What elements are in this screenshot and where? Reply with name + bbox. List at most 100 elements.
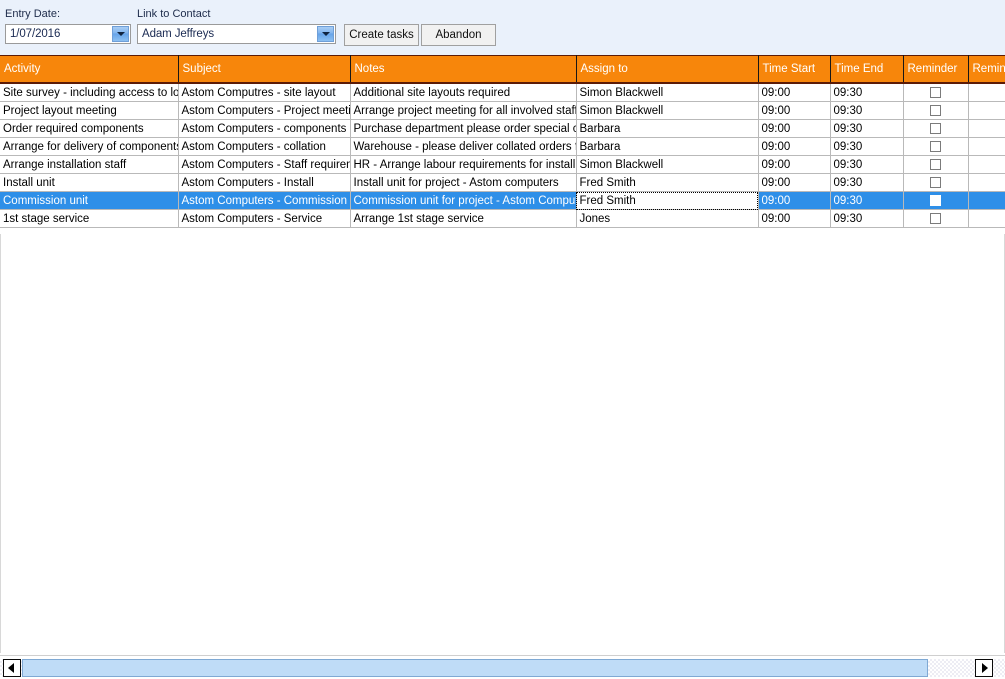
cell-notes[interactable]: Warehouse - please deliver collated orde…: [350, 138, 576, 156]
cell-notes[interactable]: Arrange 1st stage service: [350, 210, 576, 228]
cell-time-end[interactable]: 09:30: [830, 83, 903, 102]
reminder-checkbox[interactable]: [930, 159, 941, 170]
cell-time-start[interactable]: 09:00: [758, 138, 830, 156]
column-header-reminder-2[interactable]: Remin: [968, 56, 1005, 84]
table-row[interactable]: Project layout meetingAstom Computers - …: [0, 102, 1005, 120]
tasks-grid[interactable]: Activity Subject Notes Assign to Time St…: [0, 55, 1005, 228]
column-header-time-end[interactable]: Time End: [830, 56, 903, 84]
cell-assign-to[interactable]: Simon Blackwell: [576, 102, 758, 120]
link-to-contact-combobox[interactable]: Adam Jeffreys: [137, 24, 336, 44]
reminder-checkbox[interactable]: [930, 87, 941, 98]
cell-assign-to[interactable]: Jones: [576, 210, 758, 228]
cell-subject[interactable]: Astom Computers - Service: [178, 210, 350, 228]
abandon-button[interactable]: Abandon: [421, 24, 496, 46]
table-row[interactable]: Install unitAstom Computers - InstallIns…: [0, 174, 1005, 192]
entry-date-combobox[interactable]: 1/07/2016: [5, 24, 131, 44]
cell-reminder-2[interactable]: [968, 83, 1005, 102]
cell-reminder[interactable]: [903, 156, 968, 174]
cell-assign-to[interactable]: Barbara: [576, 138, 758, 156]
reminder-checkbox[interactable]: [930, 195, 941, 206]
chevron-down-icon[interactable]: [112, 26, 129, 42]
cell-reminder-2[interactable]: [968, 156, 1005, 174]
cell-reminder[interactable]: [903, 192, 968, 210]
table-row[interactable]: Order required componentsAstom Computers…: [0, 120, 1005, 138]
cell-reminder-2[interactable]: [968, 120, 1005, 138]
column-header-notes[interactable]: Notes: [350, 56, 576, 84]
cell-assign-to[interactable]: Barbara: [576, 120, 758, 138]
cell-activity[interactable]: Install unit: [0, 174, 178, 192]
scroll-right-arrow-icon[interactable]: [975, 659, 993, 677]
cell-time-end[interactable]: 09:30: [830, 192, 903, 210]
table-row[interactable]: Commission unitAstom Computers - Commiss…: [0, 192, 1005, 210]
horizontal-scrollbar[interactable]: [0, 655, 1005, 679]
cell-subject[interactable]: Astom Computers - Commission: [178, 192, 350, 210]
cell-time-start[interactable]: 09:00: [758, 156, 830, 174]
cell-time-end[interactable]: 09:30: [830, 210, 903, 228]
reminder-checkbox[interactable]: [930, 213, 941, 224]
cell-notes[interactable]: Install unit for project - Astom compute…: [350, 174, 576, 192]
cell-assign-to[interactable]: Fred Smith: [576, 174, 758, 192]
cell-activity[interactable]: Order required components: [0, 120, 178, 138]
cell-subject[interactable]: Astom Computres - site layout: [178, 83, 350, 102]
cell-time-start[interactable]: 09:00: [758, 120, 830, 138]
cell-reminder[interactable]: [903, 83, 968, 102]
cell-reminder-2[interactable]: [968, 174, 1005, 192]
cell-time-start[interactable]: 09:00: [758, 192, 830, 210]
cell-notes[interactable]: HR - Arrange labour requirements for ins…: [350, 156, 576, 174]
cell-activity[interactable]: Site survey - including access to loca: [0, 83, 178, 102]
cell-time-end[interactable]: 09:30: [830, 174, 903, 192]
table-row[interactable]: Site survey - including access to locaAs…: [0, 83, 1005, 102]
cell-notes[interactable]: Additional site layouts required: [350, 83, 576, 102]
chevron-down-icon[interactable]: [317, 26, 334, 42]
cell-time-start[interactable]: 09:00: [758, 174, 830, 192]
reminder-checkbox[interactable]: [930, 141, 941, 152]
column-header-assign-to[interactable]: Assign to: [576, 56, 758, 84]
cell-time-start[interactable]: 09:00: [758, 210, 830, 228]
cell-reminder-2[interactable]: [968, 192, 1005, 210]
cell-reminder[interactable]: [903, 102, 968, 120]
cell-time-start[interactable]: 09:00: [758, 83, 830, 102]
reminder-checkbox[interactable]: [930, 123, 941, 134]
cell-subject[interactable]: Astom Computers - collation: [178, 138, 350, 156]
cell-activity[interactable]: Arrange installation staff: [0, 156, 178, 174]
cell-assign-to[interactable]: Fred Smith: [576, 192, 758, 210]
cell-time-end[interactable]: 09:30: [830, 156, 903, 174]
cell-activity[interactable]: Arrange for delivery of components: [0, 138, 178, 156]
cell-time-end[interactable]: 09:30: [830, 102, 903, 120]
scroll-left-arrow-icon[interactable]: [3, 659, 21, 677]
cell-reminder[interactable]: [903, 210, 968, 228]
table-row[interactable]: 1st stage serviceAstom Computers - Servi…: [0, 210, 1005, 228]
cell-subject[interactable]: Astom Computers - components: [178, 120, 350, 138]
cell-assign-to[interactable]: Simon Blackwell: [576, 83, 758, 102]
cell-reminder-2[interactable]: [968, 102, 1005, 120]
column-header-subject[interactable]: Subject: [178, 56, 350, 84]
cell-notes[interactable]: Arrange project meeting for all involved…: [350, 102, 576, 120]
cell-reminder[interactable]: [903, 138, 968, 156]
cell-time-start[interactable]: 09:00: [758, 102, 830, 120]
reminder-checkbox[interactable]: [930, 105, 941, 116]
cell-activity[interactable]: Commission unit: [0, 192, 178, 210]
cell-assign-to[interactable]: Simon Blackwell: [576, 156, 758, 174]
cell-time-end[interactable]: 09:30: [830, 120, 903, 138]
scrollbar-thumb[interactable]: [22, 659, 928, 677]
cell-subject[interactable]: Astom Computers - Staff requiremen: [178, 156, 350, 174]
cell-subject[interactable]: Astom Computers - Project meeting: [178, 102, 350, 120]
table-row[interactable]: Arrange for delivery of componentsAstom …: [0, 138, 1005, 156]
cell-activity[interactable]: 1st stage service: [0, 210, 178, 228]
column-header-activity[interactable]: Activity: [0, 56, 178, 84]
cell-reminder-2[interactable]: [968, 210, 1005, 228]
tasks-grid-container[interactable]: Activity Subject Notes Assign to Time St…: [0, 55, 1005, 235]
cell-notes[interactable]: Commission unit for project - Astom Comp…: [350, 192, 576, 210]
reminder-checkbox[interactable]: [930, 177, 941, 188]
cell-reminder[interactable]: [903, 120, 968, 138]
column-header-reminder[interactable]: Reminder: [903, 56, 968, 84]
cell-time-end[interactable]: 09:30: [830, 138, 903, 156]
cell-reminder[interactable]: [903, 174, 968, 192]
cell-notes[interactable]: Purchase department please order special…: [350, 120, 576, 138]
create-tasks-button[interactable]: Create tasks: [344, 24, 419, 46]
cell-activity[interactable]: Project layout meeting: [0, 102, 178, 120]
column-header-time-start[interactable]: Time Start: [758, 56, 830, 84]
cell-reminder-2[interactable]: [968, 138, 1005, 156]
table-row[interactable]: Arrange installation staffAstom Computer…: [0, 156, 1005, 174]
cell-subject[interactable]: Astom Computers - Install: [178, 174, 350, 192]
